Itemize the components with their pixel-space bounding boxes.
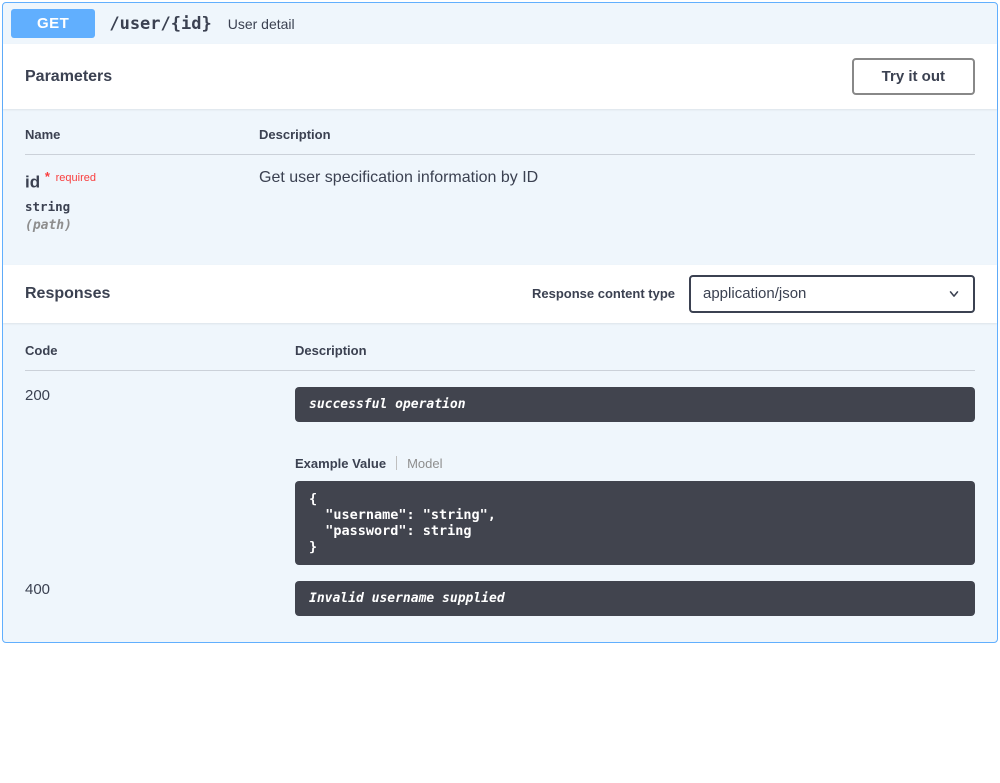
responses-title: Responses [25, 285, 110, 303]
operation-block: GET /user/{id} User detail Parameters Tr… [2, 2, 998, 643]
parameters-section-bar: Parameters Try it out [3, 44, 997, 109]
tab-model[interactable]: Model [407, 456, 442, 471]
tab-example-value[interactable]: Example Value [295, 456, 386, 471]
operation-path: /user/{id} [109, 14, 211, 34]
param-header-name: Name [25, 127, 259, 155]
parameter-name-text: id [25, 173, 40, 192]
response-row: 200 successful operation Example Value M… [25, 371, 975, 565]
parameters-body: Name Description id * required string (p… [3, 109, 997, 265]
parameter-in: (path) [25, 218, 259, 233]
response-code: 400 [25, 565, 295, 598]
parameter-description: Get user specification information by ID [259, 155, 975, 187]
parameter-name: id * required [25, 155, 259, 193]
content-type-label: Response content type [532, 286, 675, 301]
parameter-type: string [25, 199, 259, 214]
responses-body: Code Description 200 successful operatio… [3, 323, 997, 642]
chevron-down-icon [947, 287, 961, 301]
response-header-code: Code [25, 343, 295, 371]
responses-section-bar: Responses Response content type applicat… [3, 265, 997, 323]
example-tabs: Example Value Model [295, 456, 975, 471]
response-message-block: successful operation [295, 387, 975, 422]
content-type-select[interactable]: application/json [689, 275, 975, 313]
required-star-icon: * [45, 169, 50, 184]
tab-divider [396, 456, 397, 470]
required-label: required [56, 172, 96, 184]
parameters-title: Parameters [25, 68, 112, 86]
operation-summary: User detail [228, 16, 295, 32]
method-badge: GET [11, 9, 95, 38]
try-it-out-button[interactable]: Try it out [852, 58, 975, 95]
response-row: 400 Invalid username supplied [25, 565, 975, 616]
content-type-group: Response content type application/json [532, 275, 975, 313]
parameter-row: id * required string (path) Get user spe… [25, 155, 975, 233]
param-header-description: Description [259, 127, 975, 155]
response-header-description: Description [295, 343, 975, 371]
response-message-block: Invalid username supplied [295, 581, 975, 616]
content-type-value: application/json [703, 285, 947, 302]
example-value-block[interactable]: { "username": "string", "password": stri… [295, 481, 975, 565]
operation-header[interactable]: GET /user/{id} User detail [3, 3, 997, 44]
response-code: 200 [25, 371, 295, 404]
